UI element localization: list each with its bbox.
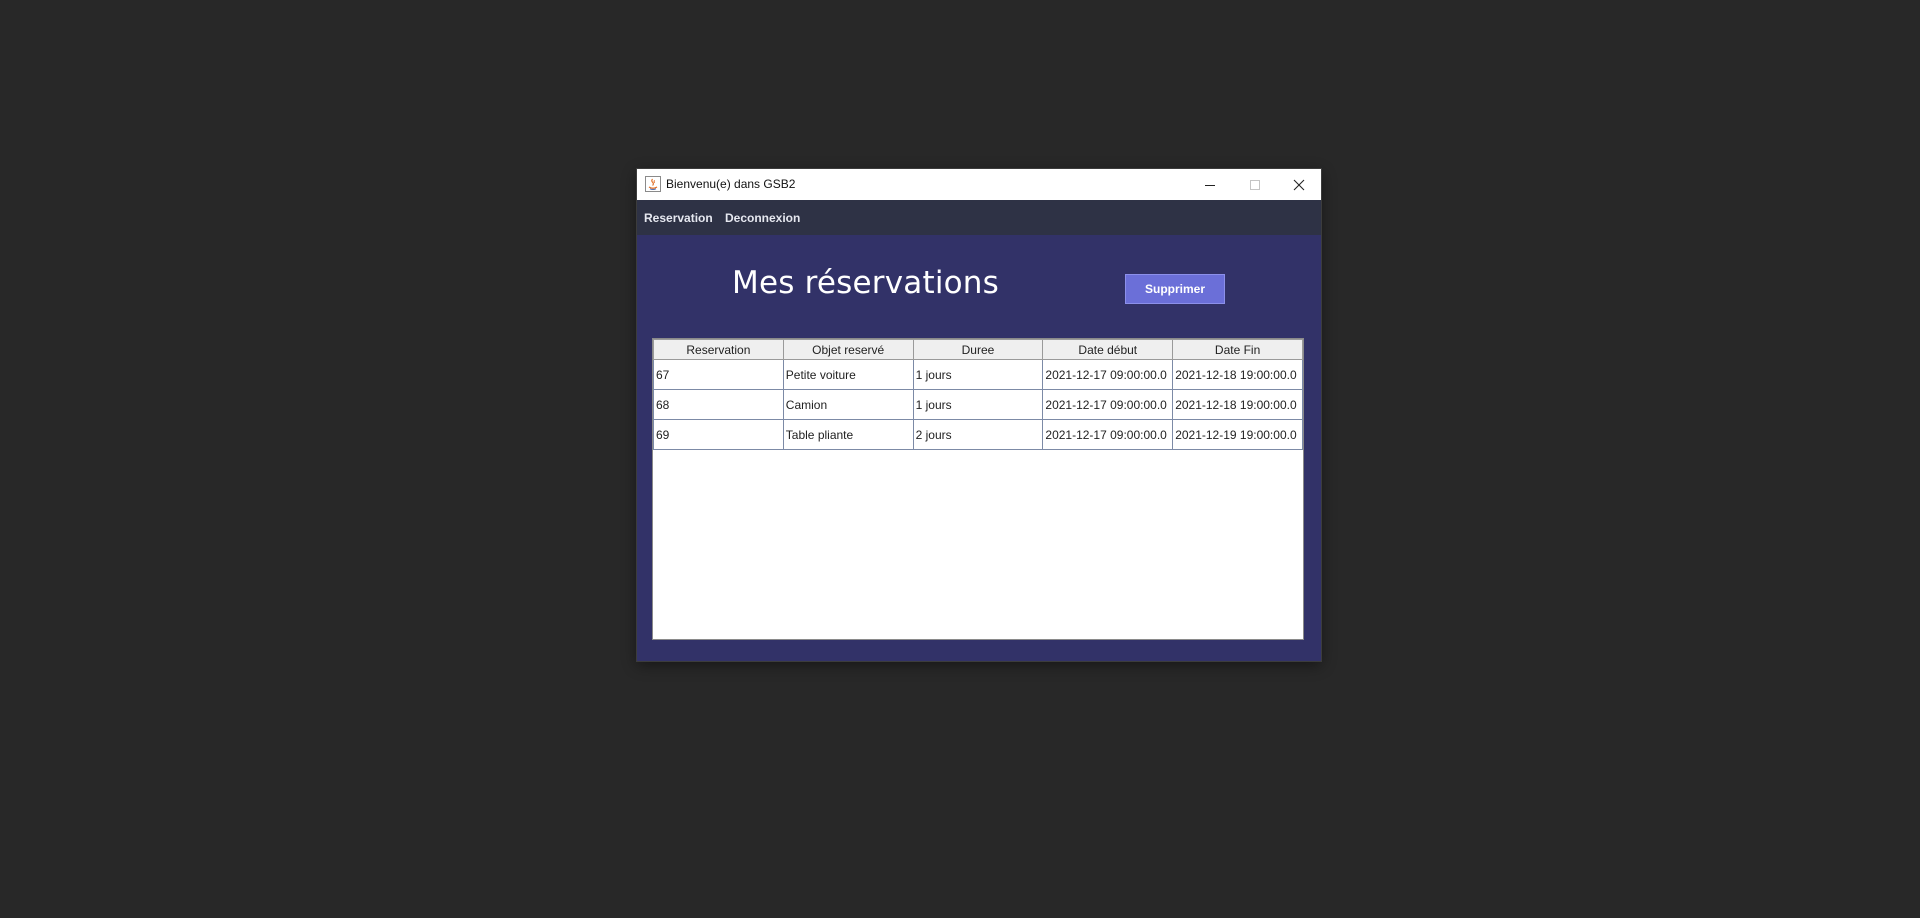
cell-duree[interactable]: 1 jours	[912, 359, 1044, 390]
close-button[interactable]	[1276, 169, 1321, 200]
cell-reservation-id[interactable]: 67	[653, 359, 784, 390]
table-row[interactable]: 68 Camion 1 jours 2021-12-17 09:00:00.0 …	[653, 389, 1303, 420]
menu-bar: Reservation Deconnexion	[637, 200, 1321, 235]
column-header-objet[interactable]: Objet reservé	[782, 339, 914, 360]
menu-reservation[interactable]: Reservation	[644, 211, 713, 225]
cell-date-debut[interactable]: 2021-12-17 09:00:00.0	[1042, 389, 1174, 420]
cell-date-fin[interactable]: 2021-12-18 19:00:00.0	[1172, 389, 1303, 420]
java-app-icon	[645, 176, 661, 192]
cell-objet[interactable]: Petite voiture	[782, 359, 914, 390]
desktop-background: Bienvenu(e) dans GSB2 Reservation Deconn…	[0, 0, 1920, 918]
reservations-table-panel[interactable]: Reservation Objet reservé Duree Date déb…	[652, 338, 1304, 640]
cell-duree[interactable]: 2 jours	[912, 419, 1044, 450]
window-title: Bienvenu(e) dans GSB2	[666, 177, 796, 191]
cell-date-debut[interactable]: 2021-12-17 09:00:00.0	[1042, 359, 1174, 390]
column-header-date-fin[interactable]: Date Fin	[1172, 339, 1303, 360]
minimize-button[interactable]	[1187, 169, 1232, 200]
minimize-icon	[1204, 184, 1215, 186]
cell-objet[interactable]: Table pliante	[782, 419, 914, 450]
delete-button[interactable]: Supprimer	[1125, 274, 1225, 304]
cell-objet[interactable]: Camion	[782, 389, 914, 420]
cell-date-fin[interactable]: 2021-12-19 19:00:00.0	[1172, 419, 1303, 450]
cell-date-debut[interactable]: 2021-12-17 09:00:00.0	[1042, 419, 1174, 450]
column-header-reservation[interactable]: Reservation	[653, 339, 784, 360]
column-header-duree[interactable]: Duree	[912, 339, 1044, 360]
column-header-date-debut[interactable]: Date début	[1042, 339, 1174, 360]
app-window: Bienvenu(e) dans GSB2 Reservation Deconn…	[637, 169, 1321, 661]
page-title: Mes réservations	[732, 265, 1000, 301]
title-bar[interactable]: Bienvenu(e) dans GSB2	[637, 169, 1321, 200]
reservations-table: Reservation Objet reservé Duree Date déb…	[653, 339, 1303, 450]
table-header-row: Reservation Objet reservé Duree Date déb…	[653, 339, 1303, 360]
cell-duree[interactable]: 1 jours	[912, 389, 1044, 420]
table-row[interactable]: 69 Table pliante 2 jours 2021-12-17 09:0…	[653, 419, 1303, 450]
maximize-icon	[1249, 179, 1260, 190]
cell-reservation-id[interactable]: 69	[653, 419, 784, 450]
cell-date-fin[interactable]: 2021-12-18 19:00:00.0	[1172, 359, 1303, 390]
menu-deconnexion[interactable]: Deconnexion	[725, 211, 800, 225]
maximize-button[interactable]	[1232, 169, 1277, 200]
cell-reservation-id[interactable]: 68	[653, 389, 784, 420]
close-icon	[1293, 179, 1304, 190]
table-row[interactable]: 67 Petite voiture 1 jours 2021-12-17 09:…	[653, 359, 1303, 390]
